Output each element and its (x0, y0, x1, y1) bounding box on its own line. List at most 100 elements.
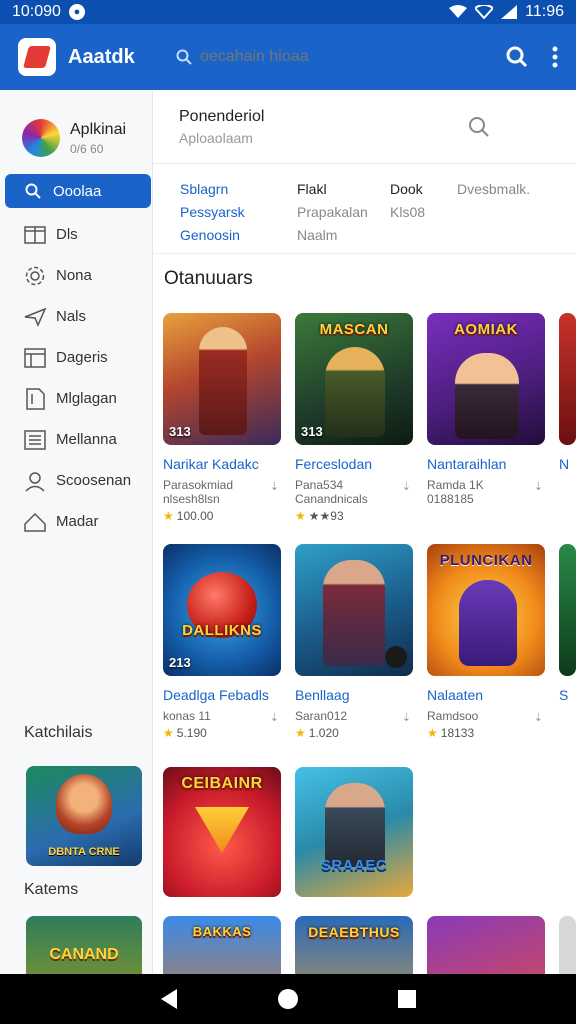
filter-option[interactable]: Naalm (297, 224, 368, 247)
wifi-signal-icon (475, 5, 494, 19)
search-icon[interactable] (468, 116, 490, 138)
sidebar-item-nals[interactable]: Nals (0, 296, 152, 337)
profile[interactable]: Aplkinai 0/6 60 (0, 90, 152, 168)
app-thumb-title: AOMIAK (454, 321, 518, 338)
app-thumbnail[interactable]: PLUNCIKAN (427, 544, 545, 676)
section-title: Otanuuars (164, 268, 253, 289)
app-thumbnail[interactable]: AOMIAK (427, 313, 545, 445)
search-icon[interactable] (506, 46, 528, 68)
app-thumbnail[interactable] (559, 313, 576, 445)
app-name: Narikar Kadakc (163, 456, 259, 472)
filter-header[interactable]: Flakl (297, 178, 368, 201)
app-thumbnail[interactable] (427, 916, 545, 974)
app-card-partial[interactable] (427, 916, 547, 974)
download-icon[interactable]: ⇣ (402, 480, 411, 494)
filter-header[interactable]: Dook (390, 178, 425, 201)
filter-option[interactable]: Prapakalan (297, 201, 368, 224)
sidebar-thumb-title: CANAND (49, 946, 119, 963)
main-content: Ponenderiol Aploaolaam Sblagrn Pessyarsk… (153, 90, 576, 974)
status-time-right: 11:96 (525, 3, 564, 20)
app-card-partial[interactable]: N (559, 313, 576, 472)
app-card[interactable]: 313 Narikar Kadakc Parasokmiad nlsesh8lsn… (163, 313, 283, 523)
panel-subtitle: Aploaolaam (179, 129, 253, 146)
app-logo[interactable] (18, 38, 56, 76)
app-thumb-title: PLUNCIKAN (439, 552, 533, 569)
window-icon (24, 347, 46, 368)
app-card[interactable]: SRAAEC (295, 767, 415, 897)
search-bar[interactable] (176, 37, 466, 77)
star-icon: ★ (427, 726, 438, 740)
app-thumbnail[interactable]: BAKKAS (163, 916, 281, 974)
app-thumbnail[interactable]: SRAAEC (295, 767, 413, 897)
panel-header: Ponenderiol Aploaolaam (153, 90, 576, 164)
download-icon[interactable]: ⇣ (402, 711, 411, 725)
sidebar-app-thumbnail[interactable]: DBNTA CRNE (26, 766, 142, 866)
sidebar-item-label: Mlglagan (56, 390, 117, 407)
sidebar-item-label: Dls (56, 226, 78, 243)
app-thumbnail[interactable]: DALLIKNS 213 (163, 544, 281, 676)
sidebar-item-mlglagan[interactable]: Mlglagan (0, 378, 152, 419)
download-icon[interactable]: ⇣ (534, 711, 543, 725)
filter-option[interactable]: Dvesbmalk. (457, 178, 530, 201)
sidebar-item-label: Scoosenan (56, 472, 132, 489)
app-card-partial[interactable]: S (559, 544, 576, 703)
sidebar-item-label: Nona (56, 267, 92, 284)
app-card[interactable]: DALLIKNS 213 Deadlga Febadls konas 11 ⇣ ★… (163, 544, 283, 740)
download-icon[interactable]: ⇣ (270, 711, 279, 725)
app-thumbnail[interactable] (295, 544, 413, 676)
app-thumb-title: SRAAEC (320, 857, 388, 874)
sidebar-item-nona[interactable]: Nona (0, 255, 152, 296)
app-thumbnail[interactable]: CEIBAINR (163, 767, 281, 897)
app-name: Ferceslodan (295, 456, 373, 472)
app-developer: Ramda 1K (427, 478, 484, 492)
sidebar: Aplkinai 0/6 60 Ooolaa Dls Nona Nals Dag… (0, 90, 153, 974)
download-icon[interactable]: ⇣ (270, 480, 279, 494)
gear-icon (25, 266, 45, 285)
app-card[interactable]: PLUNCIKAN Nalaaten Ramdsoo ⇣ ★ 18133 (427, 544, 547, 740)
app-rating: 18133 (440, 726, 475, 740)
app-badge: 313 (169, 424, 191, 439)
panel-title: Ponenderiol (179, 107, 265, 125)
app-thumb-title: BAKKAS (192, 924, 252, 939)
app-card-partial[interactable]: DEAEBTHUS (295, 916, 415, 974)
app-thumbnail[interactable]: 313 (163, 313, 281, 445)
sidebar-item-dls[interactable]: Dls (0, 214, 152, 255)
send-icon (24, 307, 46, 327)
sidebar-item-madar[interactable]: Madar (0, 501, 152, 542)
filter-option[interactable]: Genoosin (180, 224, 245, 247)
app-name: Nalaaten (427, 687, 484, 703)
star-icon: ★ (295, 509, 306, 523)
app-name-partial: N (559, 456, 570, 472)
profile-name: Aplkinai (70, 120, 127, 138)
app-card-partial[interactable]: BAKKAS (163, 916, 283, 974)
system-nav-bar (0, 974, 576, 1024)
app-card[interactable]: CEIBAINR (163, 767, 283, 897)
notification-icon: ● (68, 4, 85, 20)
app-card[interactable]: Benllaag Saran012 ⇣ ★ 1.020 (295, 544, 415, 740)
download-icon[interactable]: ⇣ (534, 480, 543, 494)
star-icon: ★ (295, 726, 306, 740)
sidebar-item-mellanna[interactable]: Mellanna (0, 419, 152, 460)
filter-option[interactable]: Pessyarsk (180, 201, 245, 224)
app-thumbnail[interactable] (559, 544, 576, 676)
home-icon[interactable] (277, 988, 299, 1010)
filter-header[interactable]: Sblagrn (180, 178, 245, 201)
back-icon[interactable] (159, 988, 179, 1010)
sidebar-section-title: Katchilais (24, 724, 93, 741)
search-input[interactable] (200, 48, 440, 66)
sidebar-item-scoosenan[interactable]: Scoosenan (0, 460, 152, 501)
app-card-partial[interactable] (559, 916, 576, 974)
app-card[interactable]: MASCAN 313 Ferceslodan Pana534 Canandnica… (295, 313, 415, 523)
app-thumbnail[interactable] (559, 916, 576, 974)
app-thumbnail[interactable]: MASCAN 313 (295, 313, 413, 445)
recents-icon[interactable] (397, 989, 417, 1009)
more-vert-icon[interactable] (552, 46, 558, 68)
sidebar-thumb-title: DBNTA CRNE (48, 846, 120, 858)
filter-option[interactable]: Kls08 (390, 201, 425, 224)
app-card[interactable]: AOMIAK Nantaraihlan Ramda 1K 0188185 ⇣ (427, 313, 547, 506)
app-thumbnail[interactable]: DEAEBTHUS (295, 916, 413, 974)
home-icon (24, 512, 46, 532)
sidebar-item-active[interactable]: Ooolaa (5, 174, 151, 208)
sidebar-item-dageris[interactable]: Dageris (0, 337, 152, 378)
sidebar-app-thumbnail[interactable]: CANAND (26, 916, 142, 974)
